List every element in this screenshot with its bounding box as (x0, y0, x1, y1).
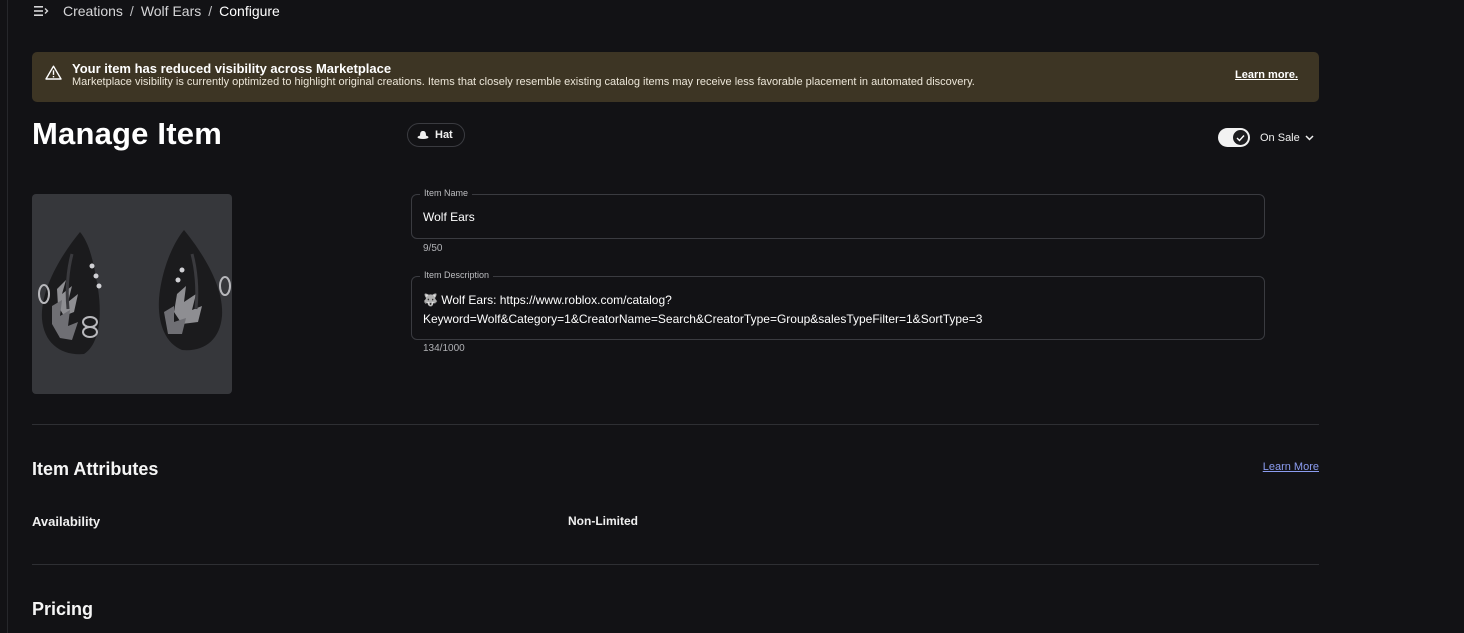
sale-status-label: On Sale (1260, 131, 1300, 144)
item-name-input[interactable]: Wolf Ears (423, 210, 1253, 224)
item-name-label: Item Name (420, 188, 473, 198)
item-thumbnail (32, 194, 232, 394)
chevron-down-icon (1305, 134, 1314, 141)
toggle-knob (1233, 130, 1248, 145)
availability-value: Non-Limited (568, 514, 638, 528)
checkmark-icon (1236, 134, 1245, 142)
breadcrumb: Creations / Wolf Ears / Configure (33, 1, 280, 21)
item-type-chip[interactable]: Hat (407, 123, 465, 147)
item-description-field[interactable]: Item Description 🐺 Wolf Ears: https://ww… (411, 270, 1265, 340)
availability-label: Availability (32, 514, 101, 529)
item-attributes-title: Item Attributes (32, 459, 159, 479)
breadcrumb-creations[interactable]: Creations (63, 3, 123, 19)
attributes-learn-more-link[interactable]: Learn More (1263, 461, 1319, 473)
left-rail (0, 0, 8, 633)
banner-title: Your item has reduced visibility across … (72, 61, 392, 76)
section-divider (32, 564, 1319, 565)
item-description-label: Item Description (420, 270, 494, 280)
item-description-counter: 134/1000 (423, 343, 465, 354)
banner-body: Marketplace visibility is currently opti… (72, 76, 975, 88)
breadcrumb-item[interactable]: Wolf Ears (141, 3, 201, 19)
pricing-title: Pricing (32, 599, 94, 619)
banner-learn-more-link[interactable]: Learn more. (1235, 69, 1298, 81)
breadcrumb-current: Configure (219, 3, 280, 19)
item-name-counter: 9/50 (423, 243, 443, 254)
item-name-field[interactable]: Item Name Wolf Ears (411, 188, 1265, 239)
on-sale-toggle[interactable] (1218, 128, 1250, 147)
item-description-input[interactable]: 🐺 Wolf Ears: https://www.roblox.com/cata… (423, 291, 1253, 329)
menu-collapse-icon[interactable] (33, 4, 49, 18)
breadcrumb-separator: / (208, 3, 213, 19)
hat-icon (417, 131, 429, 139)
sale-status-dropdown[interactable]: On Sale (1260, 132, 1314, 144)
wolf-ears-thumbnail (38, 230, 231, 355)
section-divider (32, 424, 1319, 425)
warning-icon (45, 65, 62, 80)
page-title: Manage Item (32, 116, 222, 151)
visibility-warning-banner: Your item has reduced visibility across … (32, 52, 1319, 102)
item-type-label: Hat (435, 129, 453, 141)
breadcrumb-separator: / (129, 3, 134, 19)
sale-status-control: On Sale (1218, 128, 1314, 147)
